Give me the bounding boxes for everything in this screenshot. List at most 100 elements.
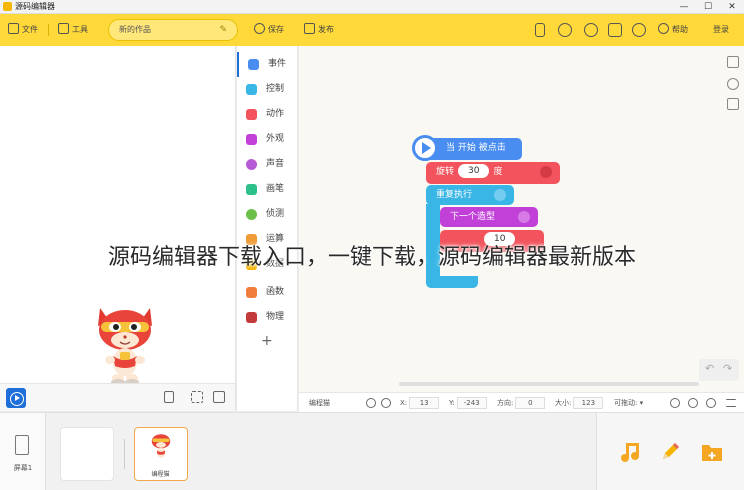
block-text: 当 开始 被点击 (446, 143, 506, 153)
eye-icon[interactable] (558, 23, 572, 37)
start-flag-icon (412, 135, 438, 161)
file-menu[interactable]: 文件 (8, 22, 38, 38)
shirt-icon (246, 134, 257, 145)
screen-tab[interactable]: 屏幕1 (0, 413, 46, 490)
category-motion[interactable]: 动作 (237, 102, 298, 127)
draggable-toggle[interactable]: 可拖动: ▾ (614, 393, 643, 413)
app-logo-icon (3, 2, 12, 11)
next-costume-block[interactable]: 下一个造型 (440, 207, 538, 227)
category-events[interactable]: 事件 (237, 52, 298, 77)
add-category-button[interactable]: + (261, 333, 273, 349)
function-fx-icon (246, 287, 257, 298)
rotate-block[interactable]: 旋转 30 度 (426, 162, 560, 184)
save-label: 保存 (268, 25, 284, 34)
direction: 方向: 0 (497, 393, 546, 413)
rotate-unit-text: 度 (493, 167, 503, 177)
lock-icon[interactable] (381, 398, 391, 408)
direction-input[interactable]: 0 (515, 397, 546, 409)
y-coordinate: Y: -243 (449, 393, 487, 413)
sensing-target-icon (246, 209, 257, 220)
rotate-degrees-field[interactable]: 30 (458, 163, 490, 178)
size: 大小: 123 (555, 393, 604, 413)
block-knob (540, 166, 552, 178)
category-pen[interactable]: 画笔 (237, 177, 298, 202)
x-label: X: (400, 399, 408, 407)
category-label: 物理 (266, 312, 285, 322)
horizontal-scrollbar[interactable] (399, 382, 699, 386)
visibility-eye-icon[interactable] (366, 398, 376, 408)
fullscreen-icon[interactable] (191, 391, 203, 403)
category-label: 动作 (266, 109, 285, 119)
minimize-button[interactable]: — (672, 0, 696, 14)
coding-cat-sprite[interactable] (94, 304, 156, 388)
x-coordinate: X: 13 (400, 393, 440, 413)
repeat-text: 重复执行 (436, 190, 473, 200)
tools-label: 工具 (72, 25, 88, 34)
category-control[interactable]: 控制 (237, 77, 298, 102)
block-category-palette: 事件 控制 动作 外观 声音 画笔 侦测 运算 数据 函数 物理 + (237, 46, 298, 411)
calendar-icon[interactable] (608, 23, 622, 37)
background-card[interactable] (60, 427, 114, 481)
help-button[interactable]: 帮助 (658, 22, 688, 38)
overlay-caption: 源码编辑器下载入口，一键下载，源码编辑器最新版本 (107, 245, 636, 270)
category-looks[interactable]: 外观 (237, 127, 298, 152)
login-button[interactable]: 登录 (713, 22, 729, 38)
screen-label: 屏幕1 (13, 464, 33, 472)
variables-chart-icon[interactable] (727, 98, 739, 110)
settings-gear-icon[interactable] (632, 23, 646, 37)
publish-button[interactable]: 发布 (304, 22, 334, 38)
file-label: 文件 (22, 25, 38, 34)
redo-icon[interactable]: ↷ (723, 362, 732, 375)
close-button[interactable]: ✕ (720, 0, 744, 14)
device-icon[interactable] (535, 23, 545, 37)
sprite-card[interactable]: 编程猫 (134, 427, 188, 481)
device-rotate-icon[interactable] (164, 391, 174, 403)
category-functions[interactable]: 函数 (237, 280, 298, 305)
restore-button[interactable]: ☐ (696, 0, 720, 14)
category-label: 事件 (268, 59, 287, 69)
rotate-text: 旋转 (436, 167, 455, 177)
people-icon[interactable] (584, 23, 598, 37)
zoom-reset-icon[interactable] (688, 398, 698, 408)
music-note-icon[interactable] (619, 441, 641, 463)
tools-menu[interactable]: 工具 (58, 22, 88, 38)
sprite-name[interactable]: 编程猫 (309, 393, 330, 413)
draggable-label: 可拖动: (614, 399, 638, 407)
sound-mic-icon[interactable] (727, 78, 739, 90)
edit-pencil-icon: ✎ (219, 25, 227, 35)
microphone-icon (246, 159, 257, 170)
save-button[interactable]: 保存 (254, 22, 284, 38)
size-input[interactable]: 123 (573, 397, 604, 409)
publish-label: 发布 (318, 25, 334, 34)
magnet-icon (246, 312, 257, 323)
pencil-icon[interactable] (659, 441, 681, 463)
zoom-out-icon[interactable] (670, 398, 680, 408)
folder-add-icon[interactable] (701, 442, 723, 462)
run-play-button[interactable] (6, 388, 26, 408)
category-physics[interactable]: 物理 (237, 305, 298, 330)
script-workspace[interactable]: 当 开始 被点击 旋转 30 度 重复执行 下一个造型 10 ↶ ↷ (299, 46, 744, 392)
costume-shirt-icon[interactable] (727, 56, 739, 68)
category-label: 外观 (266, 134, 285, 144)
next-costume-text: 下一个造型 (450, 212, 496, 222)
category-sound[interactable]: 声音 (237, 152, 298, 177)
project-name-input[interactable]: 新的作品 ✎ (108, 19, 238, 41)
category-label: 函数 (266, 287, 285, 297)
project-name-text: 新的作品 (119, 25, 151, 34)
repeat-forever-block[interactable]: 重复执行 (426, 185, 514, 205)
y-label: Y: (449, 399, 455, 407)
menu-icon[interactable] (726, 399, 736, 407)
category-sensing[interactable]: 侦测 (237, 202, 298, 227)
stage-controls-bar (0, 383, 236, 411)
category-label: 侦测 (266, 209, 285, 219)
zoom-in-icon[interactable] (706, 398, 716, 408)
size-label: 大小: (555, 399, 572, 407)
y-input[interactable]: -243 (456, 397, 487, 409)
events-icon (248, 59, 259, 70)
undo-icon[interactable]: ↶ (705, 362, 714, 375)
x-input[interactable]: 13 (409, 397, 440, 409)
folder-icon (8, 23, 19, 34)
gamepad-icon (246, 84, 257, 95)
grid-icon[interactable] (213, 391, 225, 403)
stage-canvas[interactable] (0, 46, 236, 385)
